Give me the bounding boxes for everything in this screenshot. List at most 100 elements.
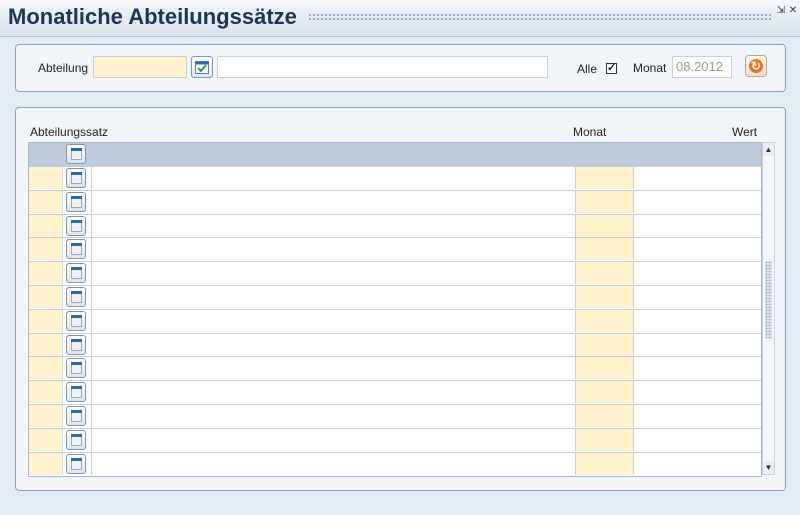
monat-input[interactable]: 08.2012 [672, 56, 732, 78]
document-icon[interactable] [66, 310, 86, 331]
abteilung-name-input[interactable] [217, 56, 548, 78]
row-button-cell[interactable] [63, 238, 91, 261]
row-selector-cell[interactable] [29, 167, 63, 189]
abteilung-picker-button[interactable] [191, 56, 213, 78]
wert-cell[interactable] [633, 428, 761, 451]
wert-cell[interactable] [633, 190, 761, 213]
row-selector-cell[interactable] [29, 262, 63, 285]
row-selector-cell[interactable] [29, 190, 63, 213]
row-selector-cell[interactable] [29, 238, 63, 261]
monat-cell[interactable] [575, 452, 633, 475]
document-icon[interactable] [66, 144, 86, 164]
abteilungssatz-cell[interactable] [91, 190, 575, 213]
document-icon[interactable] [66, 406, 86, 426]
monat-cell[interactable] [575, 357, 633, 380]
row-button-cell[interactable] [63, 309, 91, 332]
abteilungssatz-cell[interactable] [91, 405, 575, 427]
document-icon[interactable] [66, 334, 86, 355]
wert-cell[interactable] [633, 262, 761, 285]
abteilungssatz-cell[interactable] [91, 214, 575, 237]
alle-checkbox[interactable]: ✓ [606, 63, 617, 74]
row-button-cell[interactable] [63, 428, 91, 451]
monat-cell[interactable] [575, 190, 633, 213]
monat-cell[interactable] [575, 167, 633, 189]
monat-cell[interactable] [575, 238, 633, 261]
wert-cell[interactable] [633, 357, 761, 380]
row-selector-cell[interactable] [29, 405, 63, 427]
abteilungssatz-cell[interactable] [91, 167, 575, 189]
row-selector-cell[interactable] [29, 452, 63, 475]
monat-cell[interactable] [575, 428, 633, 451]
table-row[interactable] [29, 189, 761, 213]
table-row[interactable] [29, 308, 761, 332]
row-button-cell[interactable] [63, 262, 91, 285]
row-selector-cell[interactable] [29, 286, 63, 308]
row-button-cell[interactable] [63, 357, 91, 380]
monat-cell[interactable] [575, 405, 633, 427]
abteilungssatz-cell[interactable] [91, 357, 575, 380]
abteilung-code-input[interactable] [93, 56, 187, 78]
row-button-cell[interactable] [63, 214, 91, 237]
row-button-cell[interactable] [63, 190, 91, 213]
abteilungssatz-cell[interactable] [91, 333, 575, 356]
table-row[interactable] [29, 166, 761, 189]
document-icon[interactable] [66, 215, 86, 236]
abteilungssatz-cell[interactable] [91, 262, 575, 285]
abteilungssatz-cell[interactable] [91, 428, 575, 451]
monat-cell[interactable] [575, 262, 633, 285]
wert-cell[interactable] [633, 333, 761, 356]
table-row[interactable] [29, 380, 761, 404]
table-row[interactable] [29, 285, 761, 308]
row-selector-cell[interactable] [29, 214, 63, 237]
scroll-down-icon[interactable]: ▼ [763, 461, 774, 474]
scroll-up-icon[interactable]: ▲ [763, 143, 774, 156]
row-button-cell[interactable] [63, 333, 91, 356]
wert-cell[interactable] [633, 381, 761, 404]
table-row[interactable] [29, 451, 761, 475]
table-row[interactable] [29, 213, 761, 237]
wert-cell[interactable] [633, 238, 761, 261]
monat-cell[interactable] [575, 214, 633, 237]
row-button-cell[interactable] [63, 381, 91, 404]
row-button-cell[interactable] [63, 167, 91, 189]
wert-cell[interactable] [633, 286, 761, 308]
abteilungssatz-cell[interactable] [91, 286, 575, 308]
row-selector-cell[interactable] [29, 381, 63, 404]
row-button-cell[interactable] [63, 405, 91, 427]
row-selector-cell[interactable] [29, 357, 63, 380]
table-row[interactable] [29, 237, 761, 261]
table-row[interactable] [29, 427, 761, 451]
abteilungssatz-cell[interactable] [91, 381, 575, 404]
document-icon[interactable] [66, 191, 86, 212]
table-row[interactable] [29, 356, 761, 380]
vertical-scrollbar[interactable]: ▲ ▼ [762, 142, 775, 475]
table-row[interactable] [29, 332, 761, 356]
pin-icon[interactable]: ⇲ [776, 6, 786, 16]
table-row[interactable] [29, 404, 761, 427]
abteilungssatz-cell[interactable] [91, 238, 575, 261]
grid-new-row[interactable] [29, 143, 761, 166]
abteilungssatz-cell[interactable] [91, 452, 575, 475]
monat-cell[interactable] [575, 286, 633, 308]
wert-cell[interactable] [633, 167, 761, 189]
document-icon[interactable] [66, 263, 86, 284]
document-icon[interactable] [66, 358, 86, 379]
wert-cell[interactable] [633, 452, 761, 475]
document-icon[interactable] [66, 453, 86, 474]
row-selector-cell[interactable] [29, 333, 63, 356]
monat-cell[interactable] [575, 381, 633, 404]
row-selector-cell[interactable] [29, 309, 63, 332]
row-button-cell[interactable] [63, 452, 91, 475]
document-icon[interactable] [66, 287, 86, 307]
document-icon[interactable] [66, 239, 86, 260]
table-row[interactable] [29, 261, 761, 285]
wert-cell[interactable] [633, 405, 761, 427]
document-icon[interactable] [66, 382, 86, 403]
row-selector-cell[interactable] [29, 428, 63, 451]
scroll-grip[interactable] [765, 261, 772, 339]
refresh-button[interactable]: ↻ [745, 55, 767, 77]
abteilungssatz-cell[interactable] [91, 309, 575, 332]
row-button-cell[interactable] [63, 286, 91, 308]
wert-cell[interactable] [633, 309, 761, 332]
document-icon[interactable] [66, 168, 86, 188]
